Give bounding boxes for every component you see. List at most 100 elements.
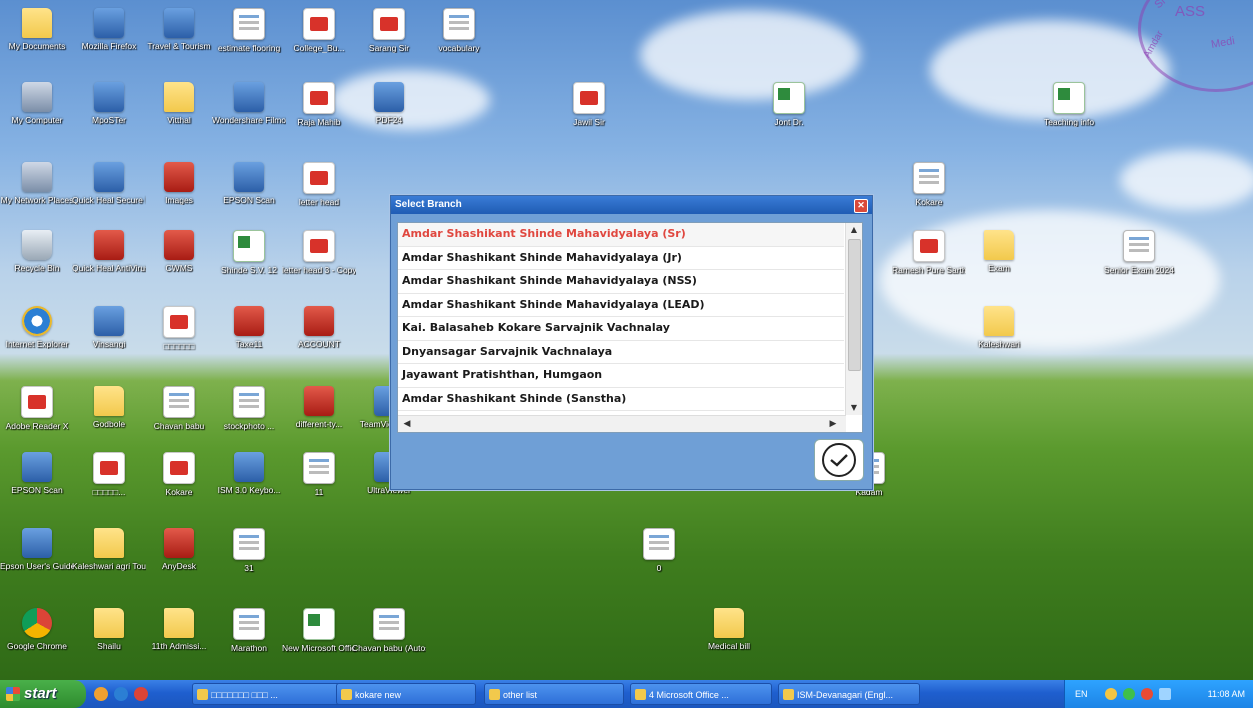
desktop-icon[interactable]: 11th Admissi... [142,608,216,651]
desktop-icon[interactable]: different-ty... [282,386,356,429]
branch-option[interactable]: Amdar Shashikant Shinde Mahavidyalaya (N… [398,270,844,294]
desktop-icon[interactable]: Vitthal [142,82,216,125]
firefox-icon[interactable] [94,687,108,701]
dialog-titlebar[interactable]: Select Branch ✕ [391,196,872,214]
taskbar-button[interactable]: ISM-Devanagari (Engl... [778,683,920,705]
branch-option[interactable]: Amdar Shashikant Shinde Mahavidyalaya (J… [398,247,844,270]
desktop-icon[interactable]: EPSON Scan [0,452,74,495]
desktop-icon[interactable]: Internet Explorer [0,306,74,349]
desktop-icon[interactable]: Taxe11 [212,306,286,349]
branch-option[interactable]: Amdar Shashikant Shinde Mahavidyalaya (L… [398,294,844,317]
desktop-icon[interactable]: Kaleshwari [962,306,1036,349]
desktop-icon[interactable]: estimate flooring [212,8,286,53]
tray-icon[interactable] [1123,688,1135,700]
desktop-icon[interactable]: 0 [622,528,696,573]
branch-option[interactable]: Dnyansagar Sarvajnik Vachnalaya [398,341,844,364]
branch-option[interactable]: Jayawant Pratishthan, Humgaon [398,364,844,388]
branch-list[interactable]: Amdar Shashikant Shinde Mahavidyalaya (S… [397,222,863,433]
desktop-icon[interactable]: 11 [282,452,356,497]
scroll-right-icon[interactable]: ▶ [826,416,840,432]
taskbar-button[interactable]: □□□□□□□ □□□ ... [192,683,342,705]
desktop-icon[interactable]: Marathon [212,608,286,653]
desktop-icon[interactable]: Raja Mahib [282,82,356,127]
desktop-icon[interactable]: Medical bill [692,608,766,651]
desktop-icon[interactable]: EPSON Scan [212,162,286,205]
desktop-icon[interactable]: Mozilla Firefox [72,8,146,51]
network-icon[interactable] [1159,688,1171,700]
desktop-icon[interactable]: My Documents [0,8,74,51]
folder-icon [22,8,52,38]
start-button[interactable]: start [0,680,86,708]
desktop-icon[interactable]: Adobe Reader X [0,386,74,431]
ok-button[interactable] [814,439,864,481]
desktop-icon[interactable]: AnyDesk [142,528,216,571]
doc-icon [643,528,675,560]
desktop-icon[interactable]: Chavan babu [142,386,216,431]
desktop-icon[interactable]: Recycle Bin [0,230,74,273]
taskbar-button[interactable]: other list [484,683,624,705]
branch-option[interactable]: Amdar Shashikant Shinde Mahavidyalaya (S… [398,223,844,247]
desktop-icon[interactable]: Wondershare Filmora [212,82,286,125]
desktop-icon-label: letter head 3 - Copy [282,265,356,275]
desktop-icon[interactable]: Kokare [142,452,216,497]
desktop-icon[interactable]: Quick Heal Secure Browse [72,162,146,205]
desktop-icon[interactable]: New Microsoft Office Exce... [282,608,356,653]
desktop-icon[interactable]: letter head 3 - Copy [282,230,356,275]
desktop-icon[interactable]: Teaching info [1032,82,1106,127]
desktop-icon[interactable]: PDF24 [352,82,426,125]
desktop-icon[interactable]: letter head [282,162,356,207]
desktop-icon[interactable]: My Network Places [0,162,74,205]
desktop-icon[interactable]: stockphoto ... [212,386,286,431]
desktop-icon[interactable]: Kokare [892,162,966,207]
desktop-icon[interactable]: Sarang Sir [352,8,426,53]
desktop-icon[interactable]: Ramesh Pure Sartheley [892,230,966,275]
desktop-icon[interactable]: ISM 3.0 Keybo... [212,452,286,495]
desktop-icon[interactable]: vocabulary [422,8,496,53]
desktop-icon[interactable]: Chavan babu (Autosaved) [352,608,426,653]
desktop-icon[interactable]: Shailu [72,608,146,651]
close-button[interactable]: ✕ [854,199,868,213]
desktop-icon[interactable]: Jont Dr. [752,82,826,127]
clock[interactable]: 11:08 AM [1208,680,1245,708]
dialog-title: Select Branch [395,199,462,210]
branch-option[interactable]: Amdar Shashikant Shinde (Sanstha) [398,388,844,411]
tray-icon[interactable] [1105,688,1117,700]
ie-icon[interactable] [114,687,128,701]
language-indicator[interactable]: EN [1075,680,1088,708]
desktop-icon[interactable]: Senior Exam 2024 [1102,230,1176,275]
desktop-icon[interactable]: Kaleshwari agri Touris... [72,528,146,571]
doc-icon [443,8,475,40]
desktop-icon[interactable]: Google Chrome [0,608,74,651]
taskbar-button[interactable]: kokare new [336,683,476,705]
desktop-icon[interactable]: CWMS [142,230,216,273]
desktop-icon[interactable]: ACCOUNT [282,306,356,349]
horizontal-scrollbar[interactable]: ◀ ▶ [398,415,846,432]
desktop-icon[interactable]: Images [142,162,216,205]
vertical-scrollbar[interactable]: ▲ ▼ [845,223,862,415]
desktop-icon[interactable]: □□□□□□ [142,306,216,351]
desktop-icon[interactable]: □□□□□... [72,452,146,497]
start-label: start [24,685,57,702]
desktop-icon[interactable]: Jawil Sir [552,82,626,127]
desktop-icon[interactable]: Shinde S.V. 12 [212,230,286,275]
desktop-icon-label: New Microsoft Office Exce... [282,643,356,653]
chrome-icon[interactable] [134,687,148,701]
desktop-icon[interactable]: My Computer [0,82,74,125]
scroll-up-icon[interactable]: ▲ [846,223,862,237]
desktop-icon[interactable]: Exam [962,230,1036,273]
taskbar-button[interactable]: 4 Microsoft Office ... [630,683,772,705]
desktop-icon[interactable]: College_Bu... [282,8,356,53]
desktop-icon[interactable]: Godbole [72,386,146,429]
tray-icon[interactable] [1141,688,1153,700]
desktop-icon[interactable]: Epson User's Guide L21... [0,528,74,571]
scroll-left-icon[interactable]: ◀ [400,416,414,432]
desktop-icon[interactable]: MpoSTer [72,82,146,125]
desktop-icon[interactable]: Quick Heal AntiVirus Pro [72,230,146,273]
desktop-icon[interactable]: 31 [212,528,286,573]
desktop-icon[interactable]: Travel & Tourism [142,8,216,51]
desktop-icon[interactable]: Vinsangi [72,306,146,349]
scroll-down-icon[interactable]: ▼ [846,401,862,415]
scroll-thumb[interactable] [848,239,861,371]
branch-option[interactable]: Kai. Balasaheb Kokare Sarvajnik Vachnala… [398,317,844,341]
doc-icon [233,8,265,40]
